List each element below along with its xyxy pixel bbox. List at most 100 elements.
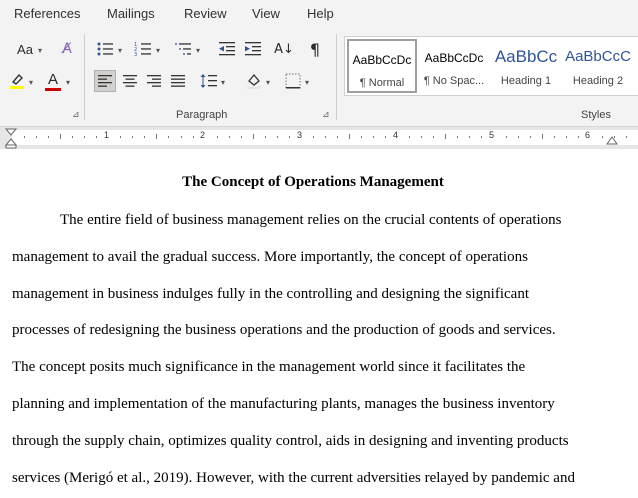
ruler-tick	[24, 136, 25, 138]
group-separator	[336, 34, 337, 120]
ruler-tick	[313, 136, 314, 138]
pilcrow-icon[interactable]: ¶	[304, 38, 326, 60]
tab-references[interactable]: References	[14, 6, 80, 21]
ruler-tick	[72, 136, 73, 138]
ribbon-body: Aa ▾ A̸ ▾ A ▾ ▾ 123 ▾ ▾ A↓ ¶ ▾ ▾ ▾ ⊿ Par…	[0, 30, 638, 127]
ruler-tick	[193, 136, 194, 138]
sort-icon[interactable]: A↓	[273, 38, 295, 60]
document-line: planning and implementation of the manuf…	[12, 396, 555, 412]
font-color-swatch	[45, 88, 61, 91]
ruler-tick	[433, 136, 434, 138]
borders-icon[interactable]	[282, 70, 304, 92]
justify-icon[interactable]	[167, 70, 189, 92]
tab-help[interactable]: Help	[307, 6, 334, 21]
chevron-down-icon[interactable]: ▾	[305, 78, 309, 87]
ruler-tick	[542, 134, 543, 139]
chevron-down-icon[interactable]: ▾	[38, 46, 42, 55]
shading-icon[interactable]	[243, 70, 265, 92]
chevron-down-icon[interactable]: ▾	[66, 78, 70, 87]
paragraph-dialog-launcher-icon[interactable]: ⊿	[322, 110, 330, 120]
ruler-tick	[229, 136, 230, 138]
style-name: Heading 2	[572, 75, 624, 87]
ruler-tick	[373, 136, 374, 138]
indent-marker-icon[interactable]	[5, 127, 17, 149]
document-page[interactable]: The Concept of Operations Management The…	[0, 150, 638, 498]
align-left-icon[interactable]	[94, 70, 116, 92]
ruler-tick	[626, 136, 627, 138]
ruler-tick	[349, 134, 350, 139]
ruler-number: 6	[585, 130, 591, 140]
ruler-tick	[60, 134, 61, 139]
style-heading-2[interactable]: AaBbCcC Heading 2	[563, 39, 633, 93]
numbering-icon[interactable]: 123	[132, 38, 154, 60]
style-preview: AaBbCcC	[565, 48, 631, 65]
chevron-down-icon[interactable]: ▾	[118, 46, 122, 55]
ribbon-tab-bar: References Mailings Review View Help	[0, 0, 638, 30]
chevron-down-icon[interactable]: ▾	[266, 78, 270, 87]
ruler-tick	[481, 136, 482, 138]
chevron-down-icon[interactable]: ▾	[156, 46, 160, 55]
ruler-tick	[181, 136, 182, 138]
document-line: processes of redesigning the business op…	[12, 322, 556, 338]
ruler-tick	[421, 136, 422, 138]
ruler-tick	[168, 136, 169, 138]
ruler-number: 4	[393, 130, 399, 140]
ruler-tick	[277, 136, 278, 138]
ruler-tick	[602, 136, 603, 138]
ruler-tick	[506, 136, 507, 138]
tab-view[interactable]: View	[252, 6, 280, 21]
group-separator	[84, 34, 85, 120]
style-name: ¶ Normal	[359, 77, 405, 89]
style-heading-1[interactable]: AaBbCc Heading 1	[491, 39, 561, 93]
style-normal[interactable]: AaBbCcDc ¶ Normal	[347, 39, 417, 93]
document-line: The concept posits much significance in …	[12, 359, 526, 375]
document-line: management to avail the gradual success.…	[12, 249, 528, 265]
ruler-tick	[566, 136, 567, 138]
increase-indent-icon[interactable]	[242, 38, 264, 60]
chevron-down-icon[interactable]: ▾	[196, 46, 200, 55]
style-no-spacing[interactable]: AaBbCcDc ¶ No Spac...	[419, 39, 489, 93]
font-color-letter: A	[47, 70, 58, 88]
decrease-indent-icon[interactable]	[216, 38, 238, 60]
ruler-tick	[217, 136, 218, 138]
right-indent-marker-icon[interactable]	[606, 135, 618, 147]
svg-text:3: 3	[134, 52, 137, 57]
font-color-button[interactable]: A	[42, 70, 64, 92]
ruler-number: 2	[200, 130, 206, 140]
ruler-tick	[156, 134, 157, 139]
bullets-icon[interactable]	[94, 38, 116, 60]
tab-review[interactable]: Review	[184, 6, 227, 21]
ruler-tick	[144, 136, 145, 138]
style-name: ¶ No Spac...	[423, 75, 485, 87]
highlight-icon[interactable]	[6, 70, 28, 92]
change-case-button[interactable]: Aa	[12, 38, 38, 60]
multilevel-list-icon[interactable]	[172, 38, 194, 60]
clear-formatting-icon[interactable]: A̸	[56, 38, 78, 60]
ruler-tick	[445, 134, 446, 139]
ruler-tick	[554, 136, 555, 138]
horizontal-ruler[interactable]: 1 2 3 4 5 6	[0, 127, 638, 149]
align-right-icon[interactable]	[143, 70, 165, 92]
ruler-tick	[469, 136, 470, 138]
change-case-label: Aa	[17, 41, 33, 57]
ruler-tick	[253, 134, 254, 139]
ruler-tick	[409, 136, 410, 138]
chevron-down-icon[interactable]: ▾	[29, 78, 33, 87]
ruler-tick	[241, 136, 242, 138]
style-preview: AaBbCcDc	[352, 53, 412, 67]
line-spacing-icon[interactable]	[198, 70, 220, 92]
style-preview: AaBbCc	[494, 47, 558, 66]
tab-mailings[interactable]: Mailings	[107, 6, 155, 21]
ruler-tick	[518, 136, 519, 138]
ruler-tick	[337, 136, 338, 138]
ruler-number: 1	[104, 130, 110, 140]
document-line: management in business indulges fully in…	[12, 286, 529, 302]
font-dialog-launcher-icon[interactable]: ⊿	[72, 110, 80, 120]
ruler-tick	[614, 136, 615, 138]
document-title: The Concept of Operations Management	[182, 174, 444, 190]
chevron-down-icon[interactable]: ▾	[221, 78, 225, 87]
highlighter-icon	[10, 73, 24, 89]
align-center-icon[interactable]	[119, 70, 141, 92]
ruler-tick	[120, 136, 121, 138]
document-line: through the supply chain, optimizes qual…	[12, 433, 569, 449]
